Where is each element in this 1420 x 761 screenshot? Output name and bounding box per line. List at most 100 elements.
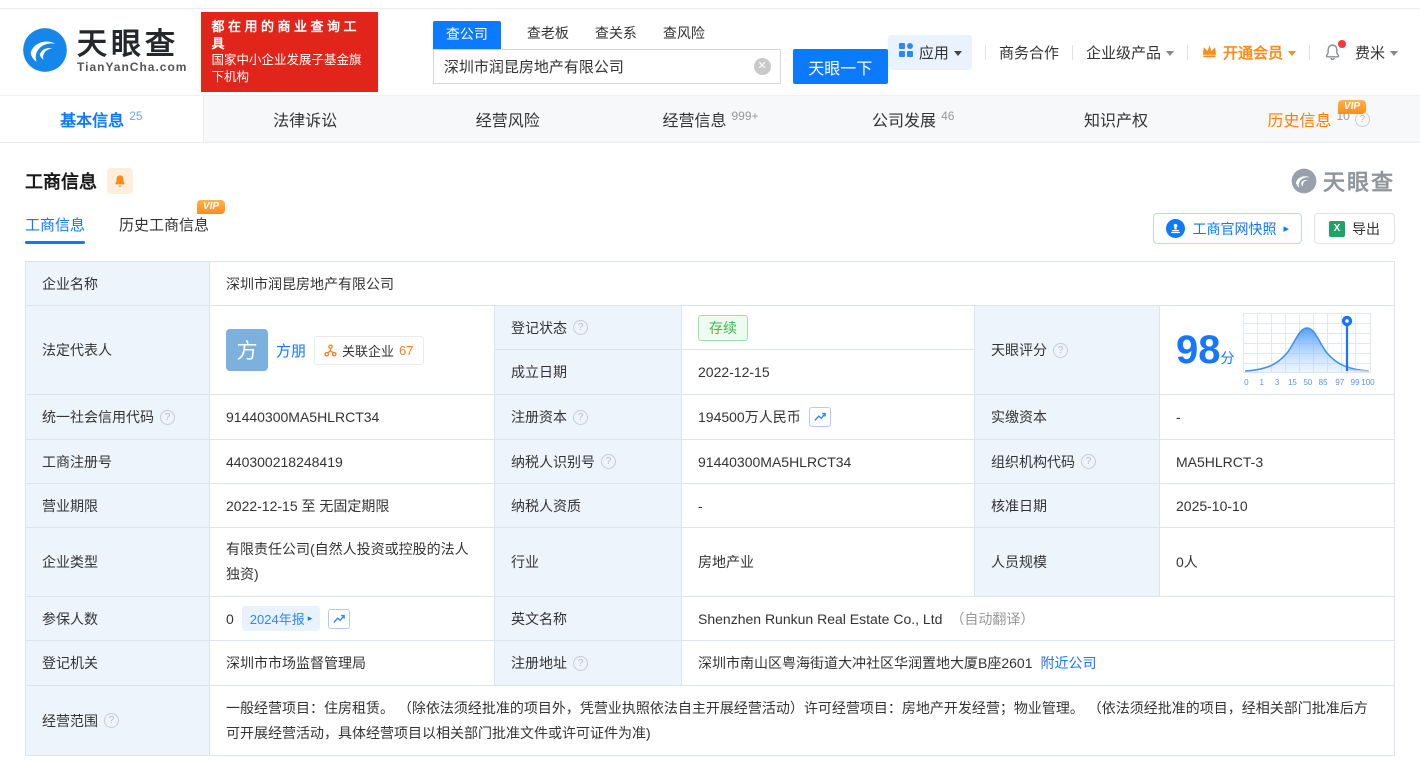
help-icon[interactable]: ? bbox=[601, 454, 616, 469]
company-type: 有限责任公司(自然人投资或控股的法人独资) bbox=[210, 528, 495, 597]
score-cell: 98分 0 bbox=[1160, 306, 1394, 395]
help-icon[interactable]: ? bbox=[160, 410, 175, 425]
field-label: 核准日期 bbox=[975, 484, 1160, 528]
export-button[interactable]: X 导出 bbox=[1314, 213, 1395, 244]
registry: 深圳市市场监督管理局 bbox=[210, 641, 495, 686]
tab-legal-litigation[interactable]: 法律诉讼 bbox=[204, 96, 407, 142]
tab-company-development[interactable]: 公司发展 46 bbox=[812, 96, 1015, 142]
apps-menu[interactable]: 应用 bbox=[888, 35, 972, 70]
est-date: 2022-12-15 bbox=[682, 350, 975, 395]
trend-chart-icon[interactable] bbox=[328, 609, 350, 629]
reg-number: 440300218248419 bbox=[210, 440, 495, 484]
field-label: 统一社会信用代码 ? bbox=[26, 395, 210, 440]
user-menu[interactable]: 费米 bbox=[1355, 42, 1398, 63]
official-snapshot-button[interactable]: 工商官网快照 ▸ bbox=[1153, 213, 1302, 244]
address-cell: 深圳市南山区粤海街道大冲社区华润置地大厦B座2601 附近公司 bbox=[682, 641, 1394, 686]
score-distribution-chart: 0 1 3 15 50 85 97 99 100 bbox=[1243, 313, 1371, 387]
taxpayer-quality: - bbox=[682, 484, 975, 528]
search-button[interactable]: 天眼一下 bbox=[793, 49, 888, 84]
section-header: 工商信息 天眼查 bbox=[25, 165, 1395, 197]
slogan-line2: 国家中小企业发展子基金旗下机构 bbox=[211, 52, 367, 86]
reg-status-cell: 存续 bbox=[682, 306, 975, 350]
help-icon[interactable]: ? bbox=[573, 656, 588, 671]
apps-grid-icon bbox=[898, 42, 914, 62]
search-area: 查公司 查老板 查关系 查风险 ✕ 天眼一下 bbox=[433, 20, 888, 84]
business-info-table: 企业名称 深圳市润昆房地产有限公司 法定代表人 方 方朋 关联企业 67 登记状… bbox=[25, 261, 1395, 756]
tab-operation-risk[interactable]: 经营风险 bbox=[406, 96, 609, 142]
field-label: 企业类型 bbox=[26, 528, 210, 597]
tab-basic-info[interactable]: 基本信息 25 bbox=[0, 96, 204, 142]
field-label: 注册地址 ? bbox=[495, 641, 682, 686]
tab-operation-info[interactable]: 经营信息 999+ bbox=[609, 96, 812, 142]
page-title: 工商信息 bbox=[25, 168, 97, 194]
paid-capital: - bbox=[1160, 395, 1394, 440]
search-tab-company[interactable]: 查公司 bbox=[433, 21, 501, 49]
cooperation-menu[interactable]: 商务合作 bbox=[999, 42, 1059, 63]
help-icon[interactable]: ? bbox=[1081, 454, 1096, 469]
top-divider bbox=[0, 0, 1420, 9]
org-chart-icon bbox=[324, 344, 337, 357]
field-label: 企业名称 bbox=[26, 262, 210, 306]
vip-menu[interactable]: 开通会员 bbox=[1201, 42, 1296, 63]
main-nav: 基本信息 25 法律诉讼 经营风险 经营信息 999+ 公司发展 46 知识产权… bbox=[0, 95, 1420, 143]
score-value: 98 bbox=[1176, 328, 1221, 372]
enterprise-label: 企业级产品 bbox=[1086, 42, 1161, 63]
notification-bell[interactable] bbox=[1323, 43, 1342, 62]
slogan-line1: 都在用的商业查询工具 bbox=[211, 18, 367, 52]
brand-domain: TianYanCha.com bbox=[77, 60, 187, 74]
nearby-companies-link[interactable]: 附近公司 bbox=[1040, 653, 1096, 673]
business-scope: 一般经营项目：住房租赁。 （除依法须经批准的项目外，凭营业执照依法自主开展经营活… bbox=[210, 686, 1394, 755]
field-label: 经营范围 ? bbox=[26, 686, 210, 755]
brand-slogan-badge: 都在用的商业查询工具 国家中小企业发展子基金旗下机构 bbox=[201, 12, 377, 92]
search-tabs: 查公司 查老板 查关系 查风险 bbox=[433, 20, 888, 49]
subtab-history-business-info[interactable]: 历史工商信息 VIP bbox=[119, 214, 209, 244]
bell-icon bbox=[113, 174, 127, 188]
field-label: 工商注册号 bbox=[26, 440, 210, 484]
field-label: 人员规模 bbox=[975, 528, 1160, 597]
stamp-icon bbox=[1166, 219, 1185, 238]
help-icon[interactable]: ? bbox=[1053, 343, 1068, 358]
tab-intellectual-property[interactable]: 知识产权 bbox=[1015, 96, 1218, 142]
avatar[interactable]: 方 bbox=[226, 329, 268, 371]
vip-badge: VIP bbox=[1338, 100, 1366, 114]
legal-rep-link[interactable]: 方朋 bbox=[276, 340, 306, 361]
trend-chart-icon[interactable] bbox=[809, 407, 831, 427]
search-input[interactable] bbox=[433, 49, 781, 84]
approval-date: 2025-10-10 bbox=[1160, 484, 1394, 528]
help-icon[interactable]: ? bbox=[573, 410, 588, 425]
business-term: 2022-12-15 至 无固定期限 bbox=[210, 484, 495, 528]
staff-size: 0人 bbox=[1160, 528, 1394, 597]
field-label: 行业 bbox=[495, 528, 682, 597]
header-menu: 应用 商务合作 企业级产品 开通会员 费米 bbox=[888, 35, 1398, 70]
brand-name: 天眼查 bbox=[77, 30, 187, 60]
field-label: 组织机构代码 ? bbox=[975, 440, 1160, 484]
arrow-right-icon: ▸ bbox=[308, 613, 313, 624]
help-icon[interactable]: ? bbox=[104, 713, 119, 728]
subscribe-bell-button[interactable] bbox=[107, 168, 133, 194]
tianyancha-logo-icon bbox=[22, 27, 68, 78]
tianyancha-logo[interactable]: 天眼查 TianYanCha.com bbox=[22, 27, 187, 78]
industry: 房地产业 bbox=[682, 528, 975, 597]
insured-count: 0 bbox=[226, 611, 234, 627]
field-label: 登记机关 bbox=[26, 641, 210, 686]
search-tab-risk[interactable]: 查风险 bbox=[663, 20, 705, 49]
field-label: 天眼评分 ? bbox=[975, 306, 1160, 395]
subtab-business-info[interactable]: 工商信息 bbox=[25, 214, 85, 244]
watermark-logo: 天眼查 bbox=[1291, 165, 1395, 197]
chevron-down-icon bbox=[1166, 51, 1174, 56]
header: 天眼查 TianYanCha.com 都在用的商业查询工具 国家中小企业发展子基… bbox=[0, 9, 1420, 95]
taxpayer-id: 91440300MA5HLRCT34 bbox=[682, 440, 975, 484]
vip-label: 开通会员 bbox=[1223, 42, 1283, 63]
crown-icon bbox=[1201, 43, 1218, 62]
annual-report-badge[interactable]: 2024年报 ▸ bbox=[242, 606, 320, 631]
clear-icon[interactable]: ✕ bbox=[754, 58, 771, 75]
search-tab-relation[interactable]: 查关系 bbox=[595, 20, 637, 49]
search-tab-boss[interactable]: 查老板 bbox=[527, 20, 569, 49]
related-companies-badge[interactable]: 关联企业 67 bbox=[314, 336, 423, 365]
tab-history-info[interactable]: VIP 历史信息 10 ? bbox=[1217, 96, 1420, 142]
chevron-down-icon bbox=[954, 51, 962, 56]
chevron-down-icon bbox=[1390, 51, 1398, 56]
field-label: 实缴资本 bbox=[975, 395, 1160, 440]
help-icon[interactable]: ? bbox=[573, 320, 588, 335]
enterprise-menu[interactable]: 企业级产品 bbox=[1086, 42, 1174, 63]
